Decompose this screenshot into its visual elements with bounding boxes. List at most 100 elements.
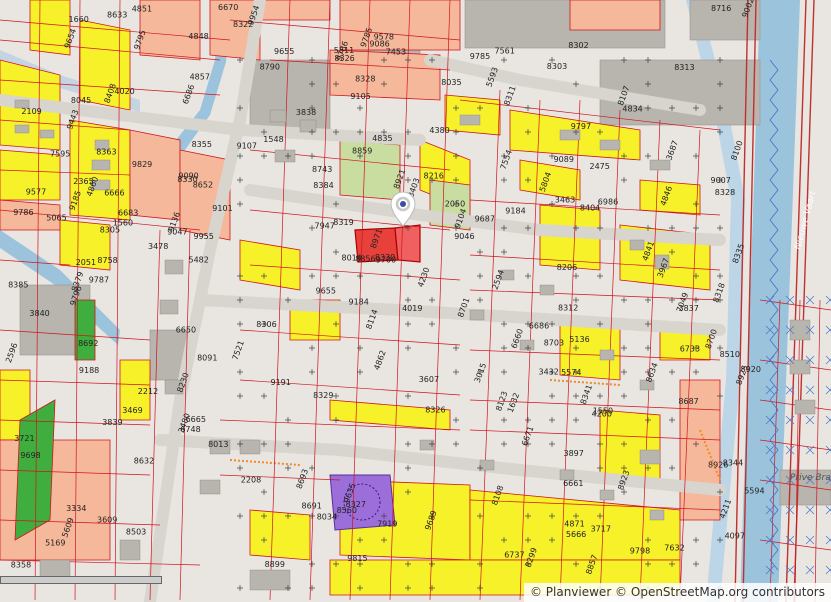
parcel-number: 8326 [334,54,354,63]
parcel-number: 3609 [97,515,117,524]
parcel-number: 9191 [271,378,291,387]
parcel-number: 8312 [558,304,578,313]
parcel-number: 3897 [564,449,584,458]
parcel-number: 8319 [333,218,353,227]
parcel-number: 8344 [723,458,743,467]
parcel-number: 8384 [313,181,333,190]
parcel-number: 9046 [454,232,474,241]
parcel-number: 7561 [495,47,515,56]
parcel-number: 9107 [237,141,257,150]
parcel-number: 9698 [20,451,40,460]
parcel-number: 2475 [590,162,610,171]
parcel-number: 8045 [71,96,91,105]
parcel-number: 2050 [445,200,465,209]
parcel-number: 8302 [568,41,588,50]
parcel-number: 8034 [317,513,337,522]
parcel-number: 8510 [720,350,740,359]
parcel-number: 8328 [715,188,735,197]
parcel-number: 4020 [114,87,134,96]
parcel-number: 8716 [711,4,731,13]
parcel-number: 8652 [193,181,213,190]
parcel-number: 8328 [355,74,375,83]
parcel-number: 8306 [256,320,276,329]
parcel-number: 7947 [315,222,335,231]
parcel-number: 7632 [664,543,684,552]
parcel-number: 9786 [13,208,33,217]
parcel-number: 9785 [470,52,490,61]
parcel-number: 8358 [11,561,31,570]
parcel-number: 8313 [674,63,694,72]
parcel-number: 8859 [352,146,372,155]
parcel-number: 4857 [190,73,210,82]
parcel-number: 8013 [208,440,228,449]
parcel-number: 3840 [29,309,49,318]
parcel-number: 9105 [350,92,370,101]
parcel-number: 8216 [424,171,444,180]
parcel-number: 8091 [197,354,217,363]
parcel-number: 4380 [429,126,449,135]
parcel-number: 9700 [376,256,396,265]
parcel-number: 1560 [113,218,133,227]
parcel-number: 9577 [26,188,46,197]
parcel-number: 9815 [347,554,367,563]
parcel-number: 8363 [96,148,116,157]
parcel-number: 8560 [337,506,357,515]
parcel-number: 9184 [505,207,525,216]
parcel-number: 4871 [564,520,584,529]
parcel-number: 1660 [69,15,89,24]
map-viewport[interactable]: 8114 5482 3334 8743 7561 8230 4230 5169 8758 3478… [0,0,831,602]
parcel-number: 8692 [78,339,98,348]
parcel-number: 3838 [296,108,316,117]
parcel-number: 4848 [188,32,208,41]
parcel-number: 9007 [711,176,731,185]
parcel-number: 8326 [425,405,445,414]
parcel-number: 6683 [118,208,138,217]
parcel-number: 9787 [89,276,109,285]
parcel-number: 8303 [547,62,567,71]
parcel-number: 9798 [630,547,650,556]
parcel-number: 6986 [598,198,618,207]
parcel-number: 7453 [386,48,406,57]
scale-bar [0,576,162,584]
parcel-number: 9101 [212,204,232,213]
parcel-number: 3839 [102,418,122,427]
parcel-number: 8329 [313,391,333,400]
parcel-number: 9184 [349,297,369,306]
parcel-number: 6686 [529,322,549,331]
parcel-number: 2109 [21,107,41,116]
parcel-number: 8758 [97,256,117,265]
parcel-number: 6650 [176,325,196,334]
parcel-number: 8899 [265,560,285,569]
parcel-number: 2212 [138,387,158,396]
parcel-number: 4835 [372,134,392,143]
parcel-number: 5136 [569,335,589,344]
parcel-number: 6665 [186,415,206,424]
parcel-number: 6661 [563,479,583,488]
parcel-number: 8743 [312,165,332,174]
parcel-number: 5666 [566,530,586,539]
parcel-number: 6737 [504,551,524,560]
parcel-number: 7595 [50,149,70,158]
parcel-number: 8355 [192,140,212,149]
parcel-number: 3463 [555,196,575,205]
parcel-number: 2051 [76,258,96,267]
parcel-number: 9655 [274,47,294,56]
parcel-number: 2208 [241,475,261,484]
parcel-number: 3478 [148,242,168,251]
parcel-number: 9655 [316,287,336,296]
parcel-number: 7919 [377,520,397,529]
parcel-number: 3469 [122,406,142,415]
parcel-number: 4019 [402,304,422,313]
parcel-number: 6733 [680,345,700,354]
map-canvas[interactable]: 8114548233348743756182304230516987583478… [0,0,831,602]
parcel-number: 8687 [678,397,698,406]
parcel-number: 4851 [132,5,152,14]
parcel-number: 4834 [622,105,642,114]
parcel-number: 3717 [591,524,611,533]
parcel-number: 5574 [561,368,581,377]
parcel-number: 3607 [419,375,439,384]
parcel-number: 3432 [539,367,559,376]
map-attribution[interactable]: © Planviewer © OpenStreetMap.org contrib… [523,583,831,602]
parcel-number: 8790 [260,63,280,72]
parcel-number: 8633 [107,10,127,19]
